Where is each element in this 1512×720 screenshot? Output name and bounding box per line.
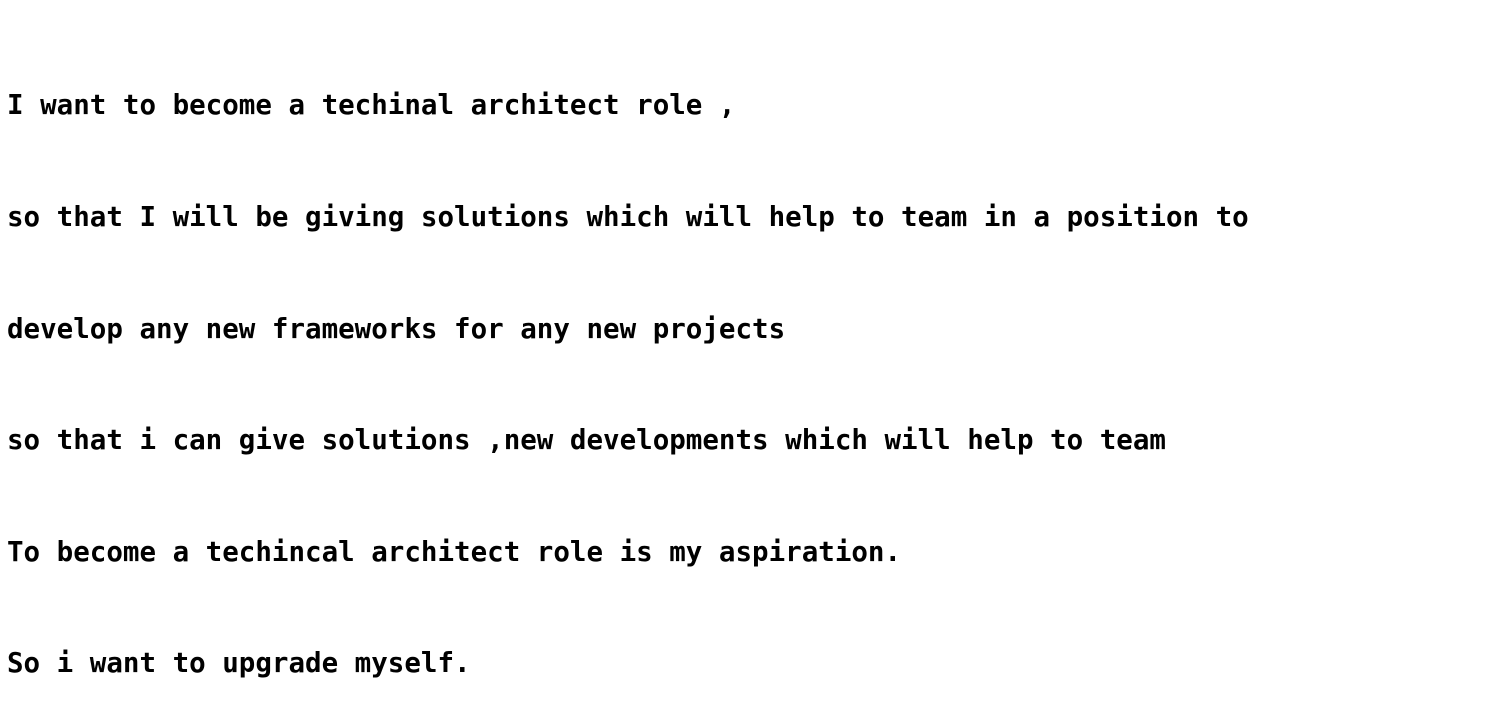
text-document: I want to become a techinal architect ro… — [7, 13, 1502, 720]
text-line-1: I want to become a techinal architect ro… — [7, 89, 736, 122]
text-line-2: so that I will be giving solutions which… — [7, 201, 1249, 233]
text-line-3: develop any new frameworks for any new p… — [7, 312, 786, 345]
text-line-5: To become a techincal architect role is … — [7, 535, 902, 568]
text-line-6: So i want to upgrade myself. — [7, 647, 471, 680]
text-line-4: so that i can give solutions ,new develo… — [7, 424, 1166, 457]
